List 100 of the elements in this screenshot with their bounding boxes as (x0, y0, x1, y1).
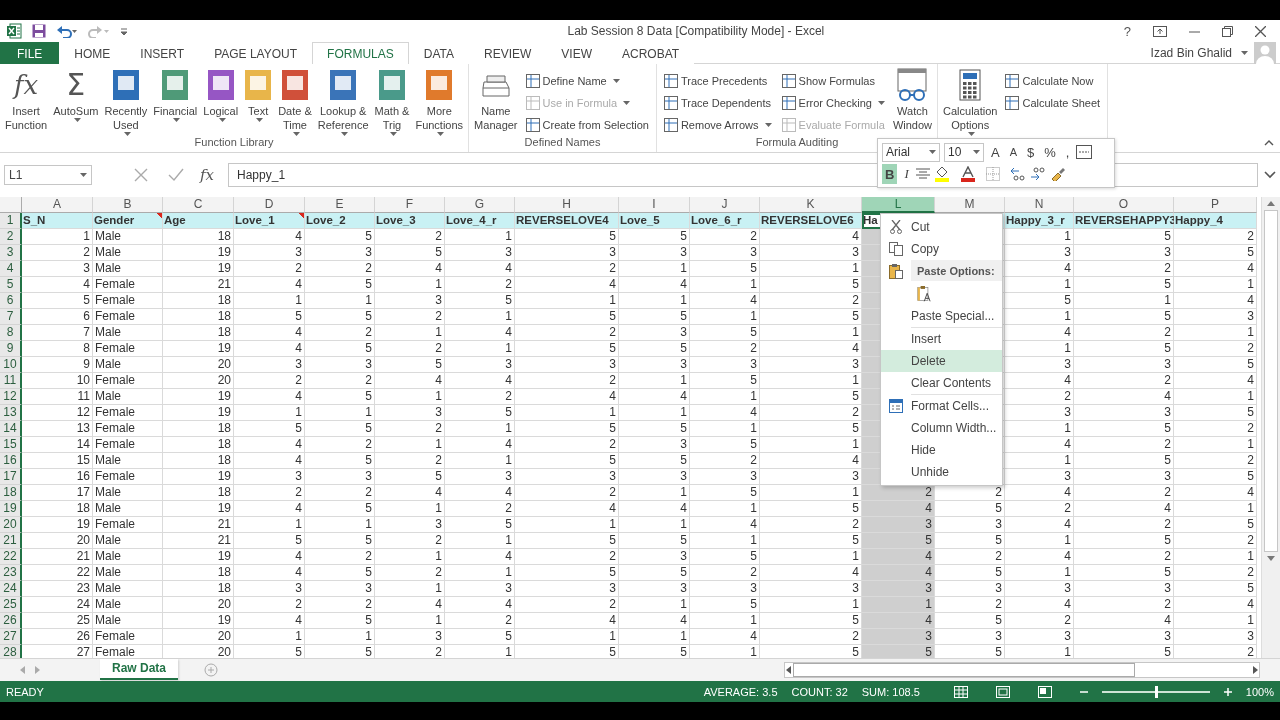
row-header[interactable]: 26 (0, 613, 22, 629)
ribbon-button[interactable]: Error Checking (779, 93, 887, 112)
column-header[interactable]: K (760, 197, 862, 213)
menu-item[interactable]: Hide (881, 439, 1002, 461)
font-color-icon[interactable] (959, 166, 976, 182)
ribbon-button[interactable]: Name Manager (472, 68, 520, 136)
row-header[interactable]: 22 (0, 549, 22, 565)
ribbon-button[interactable]: Financial (151, 68, 200, 136)
row-header[interactable]: 15 (0, 437, 22, 453)
font-field[interactable]: Arial (882, 142, 940, 162)
ribbon-display-icon[interactable] (1153, 25, 1167, 37)
user-name[interactable]: Izad Bin Ghalid (1150, 45, 1232, 60)
italic-button[interactable]: I (901, 164, 912, 184)
format-painter-icon[interactable] (1049, 167, 1066, 181)
ribbon-button[interactable]: Logical (201, 68, 241, 136)
ribbon-button[interactable]: Recently Used (102, 68, 150, 136)
ribbon-tab[interactable]: INSERT (125, 42, 200, 64)
row-header[interactable]: 23 (0, 565, 22, 581)
ribbon-button[interactable]: Remove Arrows (661, 115, 774, 134)
row-header[interactable]: 14 (0, 421, 22, 437)
column-header[interactable]: I (619, 197, 690, 213)
menu-item[interactable]: Delete (881, 350, 1002, 372)
ribbon-tab[interactable]: FILE (0, 42, 60, 64)
row-header[interactable]: 3 (0, 245, 22, 261)
row-header[interactable]: 16 (0, 453, 22, 469)
undo-icon[interactable] (56, 24, 78, 38)
row-header[interactable]: 4 (0, 261, 22, 277)
number-format-button[interactable]: , (1062, 142, 1073, 162)
column-header[interactable]: P (1174, 197, 1257, 213)
ribbon-button[interactable]: Trace Dependents (661, 93, 774, 112)
bold-button[interactable]: B (882, 164, 898, 184)
border-style-icon[interactable] (1076, 145, 1093, 159)
column-header[interactable]: N (1005, 197, 1074, 213)
row-header[interactable]: 28 (0, 645, 22, 658)
column-header[interactable]: E (305, 197, 375, 213)
page-break-icon[interactable] (1037, 685, 1052, 698)
ribbon-button[interactable]: Σ AutoSum (51, 68, 101, 136)
row-header[interactable]: 24 (0, 581, 22, 597)
grow-font-button[interactable]: A (988, 142, 1003, 162)
row-header[interactable]: 9 (0, 341, 22, 357)
ribbon-button[interactable]: Trace Precedents (661, 71, 774, 90)
ribbon-tab[interactable]: ACROBAT (607, 42, 695, 64)
column-header[interactable]: G (445, 197, 515, 213)
row-header[interactable]: 11 (0, 373, 22, 389)
row-header[interactable]: 5 (0, 277, 22, 293)
ribbon-button[interactable]: Text (242, 68, 275, 136)
column-header[interactable]: L (862, 197, 935, 213)
font-size-field[interactable]: 10 (944, 142, 984, 162)
column-header[interactable]: J (690, 197, 760, 213)
fill-color-icon[interactable] (933, 166, 950, 182)
customize-icon[interactable] (120, 26, 128, 36)
row-header[interactable]: 10 (0, 357, 22, 373)
scroll-down-icon[interactable] (1267, 556, 1275, 561)
menu-item[interactable]: Column Width... (881, 417, 1002, 439)
row-header[interactable]: 25 (0, 597, 22, 613)
column-header[interactable]: H (515, 197, 619, 213)
close-icon[interactable] (1255, 25, 1266, 37)
menu-item[interactable]: Clear Contents (881, 372, 1002, 394)
row-header[interactable]: 21 (0, 533, 22, 549)
column-header[interactable]: A (22, 197, 93, 213)
sheet-tab[interactable]: Raw Data (100, 658, 179, 680)
expand-icon[interactable] (1264, 171, 1276, 179)
name-box[interactable]: L1 (4, 165, 92, 185)
menu-item[interactable]: Unhide (881, 461, 1002, 483)
ribbon-button[interactable]: fx Insert Function (3, 68, 50, 136)
row-header[interactable]: 6 (0, 293, 22, 309)
row-header[interactable]: 18 (0, 485, 22, 501)
zoom-thumb[interactable] (1154, 685, 1158, 698)
column-header[interactable]: F (375, 197, 445, 213)
ribbon-button[interactable]: Create from Selection (523, 115, 651, 134)
row-header[interactable]: 8 (0, 325, 22, 341)
ribbon-button[interactable]: Date & Time (276, 68, 314, 136)
row-header[interactable]: 19 (0, 501, 22, 517)
scroll-up-icon[interactable] (1267, 201, 1275, 206)
ribbon-button[interactable]: Lookup & Reference (315, 68, 371, 136)
ribbon-tab[interactable]: PAGE LAYOUT (199, 42, 313, 64)
ribbon-tab[interactable]: VIEW (546, 42, 607, 64)
insert-function-button[interactable]: fx (200, 166, 214, 184)
ribbon-tab[interactable]: FORMULAS (312, 42, 409, 64)
shrink-font-button[interactable]: A (1006, 142, 1020, 162)
menu-item[interactable]: Insert (881, 328, 1002, 350)
menu-item[interactable]: Copy (881, 238, 1002, 260)
scroll-right-icon[interactable] (1251, 666, 1259, 674)
zoom-level[interactable]: 100% (1245, 685, 1274, 698)
ribbon-tab[interactable]: DATA (408, 42, 469, 64)
row-header[interactable]: 27 (0, 629, 22, 645)
save-icon[interactable] (32, 24, 46, 38)
column-header[interactable]: C (163, 197, 234, 213)
row-header[interactable]: 1 (0, 213, 22, 229)
column-header[interactable]: D (234, 197, 305, 213)
help-button[interactable]: ? (1123, 23, 1131, 39)
ribbon-button[interactable]: Show Formulas (779, 71, 887, 90)
collapse-ribbon-icon[interactable] (1264, 140, 1274, 146)
menu-item[interactable]: Paste Special... (881, 305, 1002, 327)
scrollbar-thumb[interactable] (793, 663, 1135, 677)
menu-item[interactable]: Format Cells... (881, 395, 1002, 417)
horizontal-scrollbar[interactable] (784, 662, 1260, 678)
page-layout-icon[interactable] (995, 685, 1010, 698)
scroll-left-icon[interactable] (785, 666, 793, 674)
ribbon-button[interactable]: Calculate Now (1003, 71, 1103, 90)
